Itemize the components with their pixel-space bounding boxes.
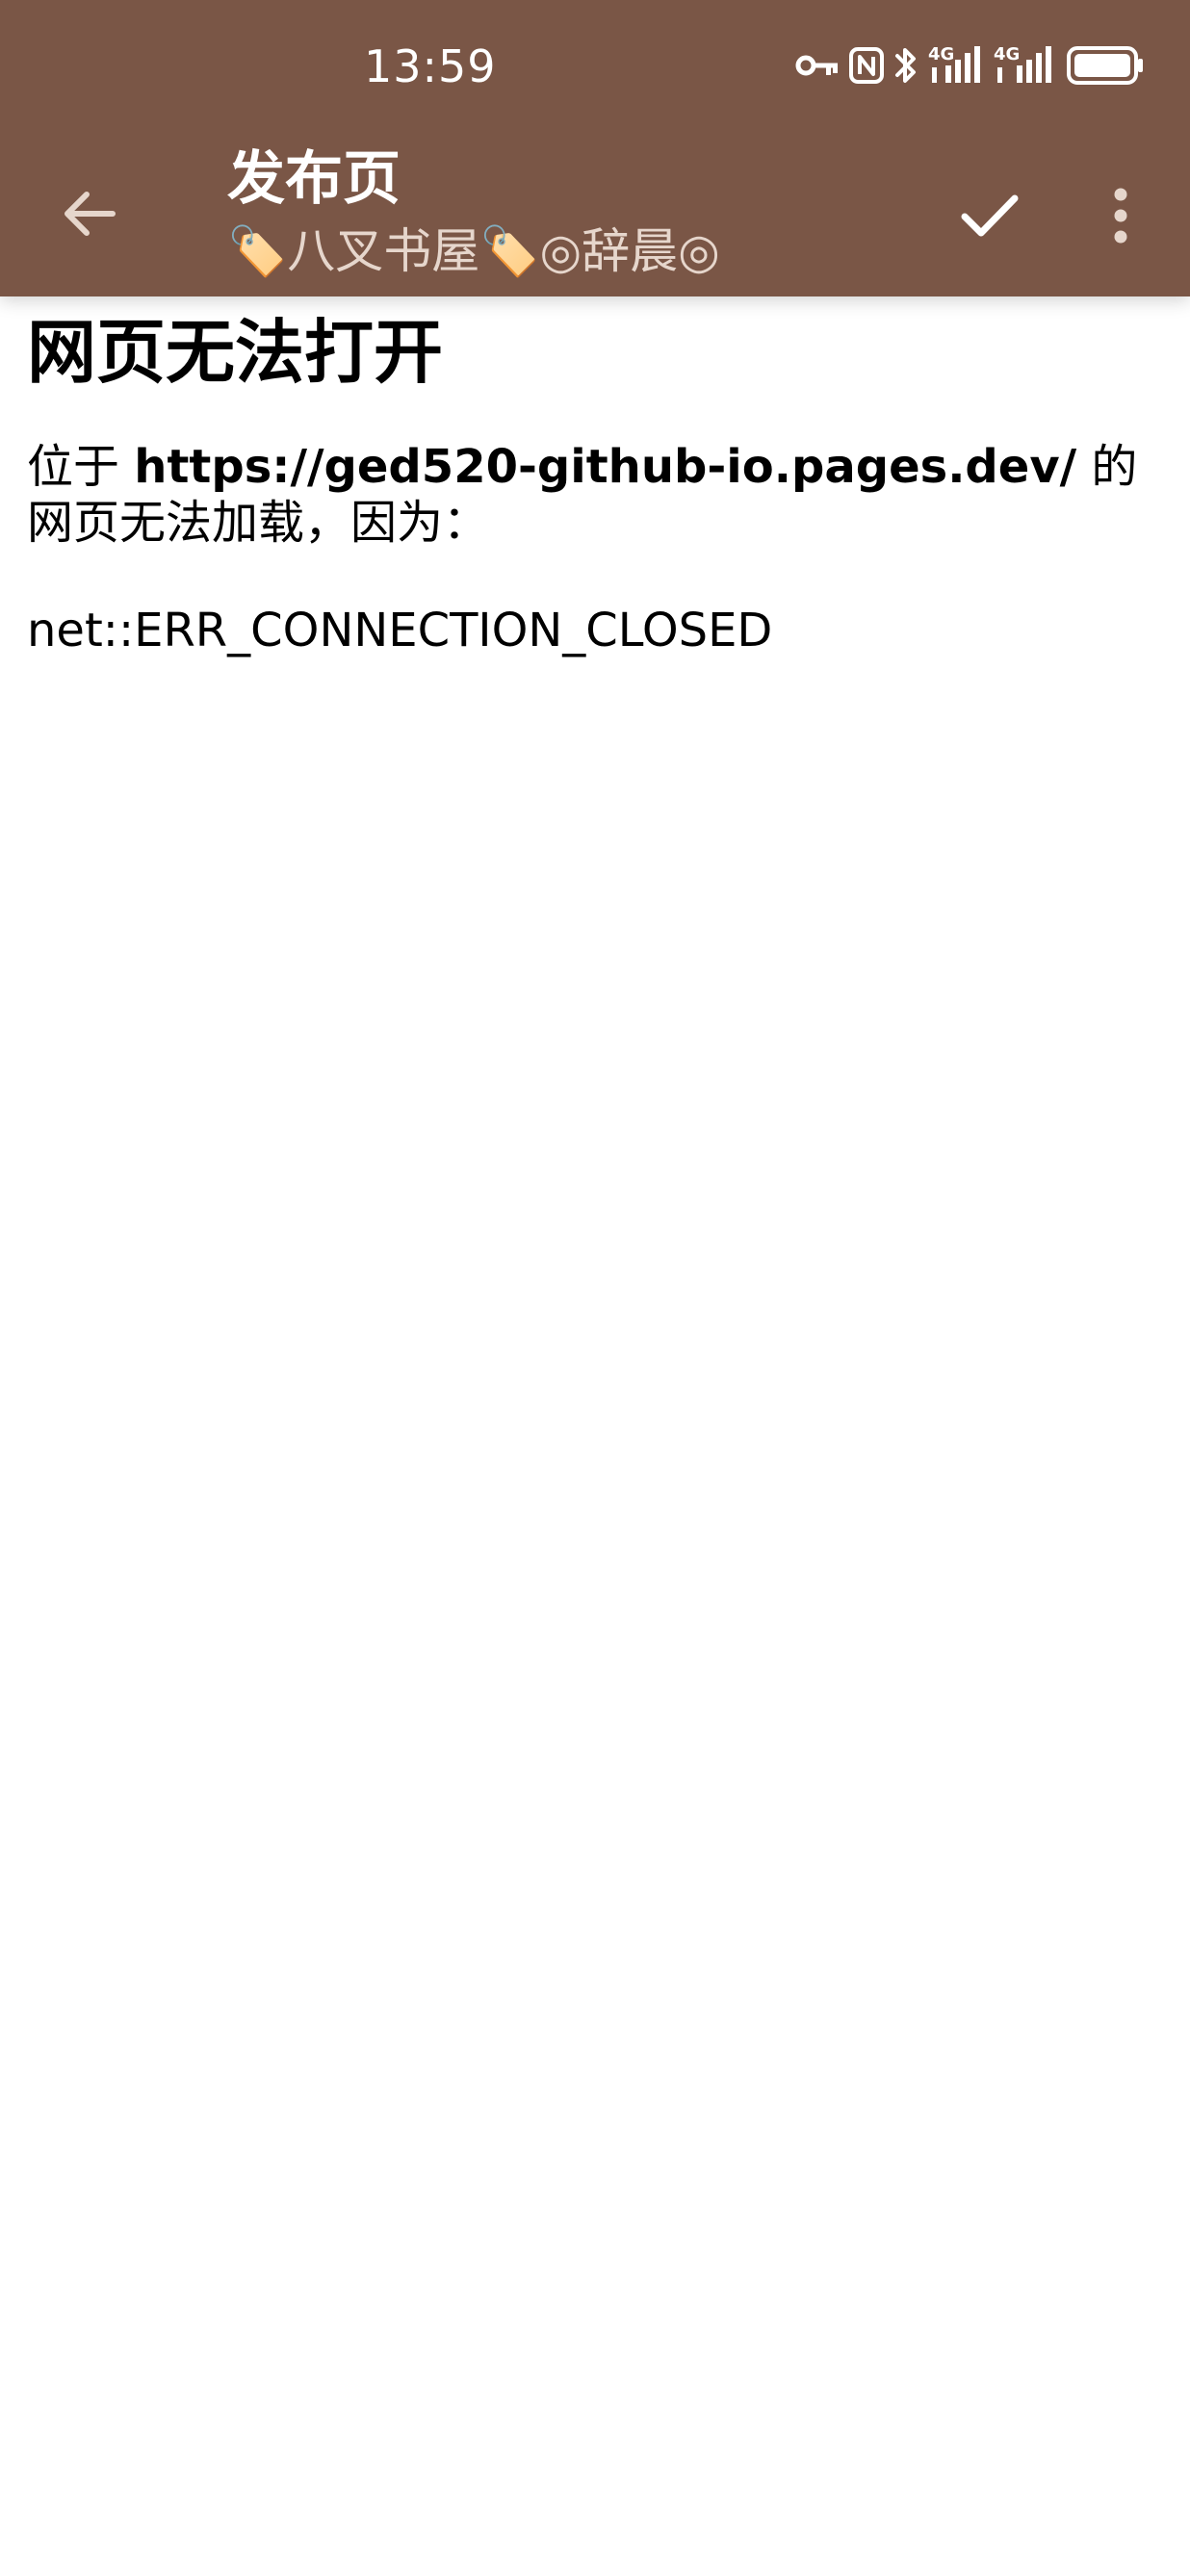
page-subtitle: 🏷️八叉书屋🏷️◎辞晨◎ [227, 223, 720, 279]
error-heading: 网页无法打开 [27, 312, 444, 393]
nfc-icon [849, 46, 884, 85]
app-bar: 13:59 4G 4G 发布页 🏷️八叉书屋🏷️◎辞晨◎ [0, 0, 1190, 296]
more-options-button[interactable] [1073, 169, 1169, 266]
network-type-label: 4G [928, 44, 954, 64]
toolbar: 发布页 🏷️八叉书屋🏷️◎辞晨◎ [0, 131, 1190, 296]
error-url: https://ged520-github-io.pages.dev/ [134, 440, 1077, 494]
confirm-button[interactable] [942, 169, 1038, 266]
signal-4g-icon: 4G [928, 44, 984, 87]
network-type-label: 4G [994, 44, 1020, 64]
vpn-key-icon [795, 51, 840, 80]
check-icon [960, 192, 1020, 244]
more-vertical-icon [1111, 187, 1130, 248]
status-icons: 4G 4G [795, 39, 1144, 92]
battery-icon [1067, 46, 1144, 85]
signal-4g-icon: 4G [994, 44, 1057, 87]
status-time: 13:59 [364, 40, 497, 92]
back-button[interactable] [42, 169, 135, 262]
arrow-left-icon [61, 189, 116, 243]
error-code: net::ERR_CONNECTION_CLOSED [27, 604, 773, 657]
bluetooth-icon [893, 45, 918, 86]
title-block: 发布页 🏷️八叉书屋🏷️◎辞晨◎ [227, 139, 901, 283]
error-message-prefix: 位于 [27, 440, 135, 494]
error-message: 位于 https://ged520-github-io.pages.dev/ 的… [27, 439, 1163, 551]
page-title: 发布页 [227, 145, 401, 213]
status-bar: 13:59 4G 4G [0, 0, 1190, 131]
webview-error-page: 网页无法打开 位于 https://ged520-github-io.pages… [27, 304, 1163, 658]
